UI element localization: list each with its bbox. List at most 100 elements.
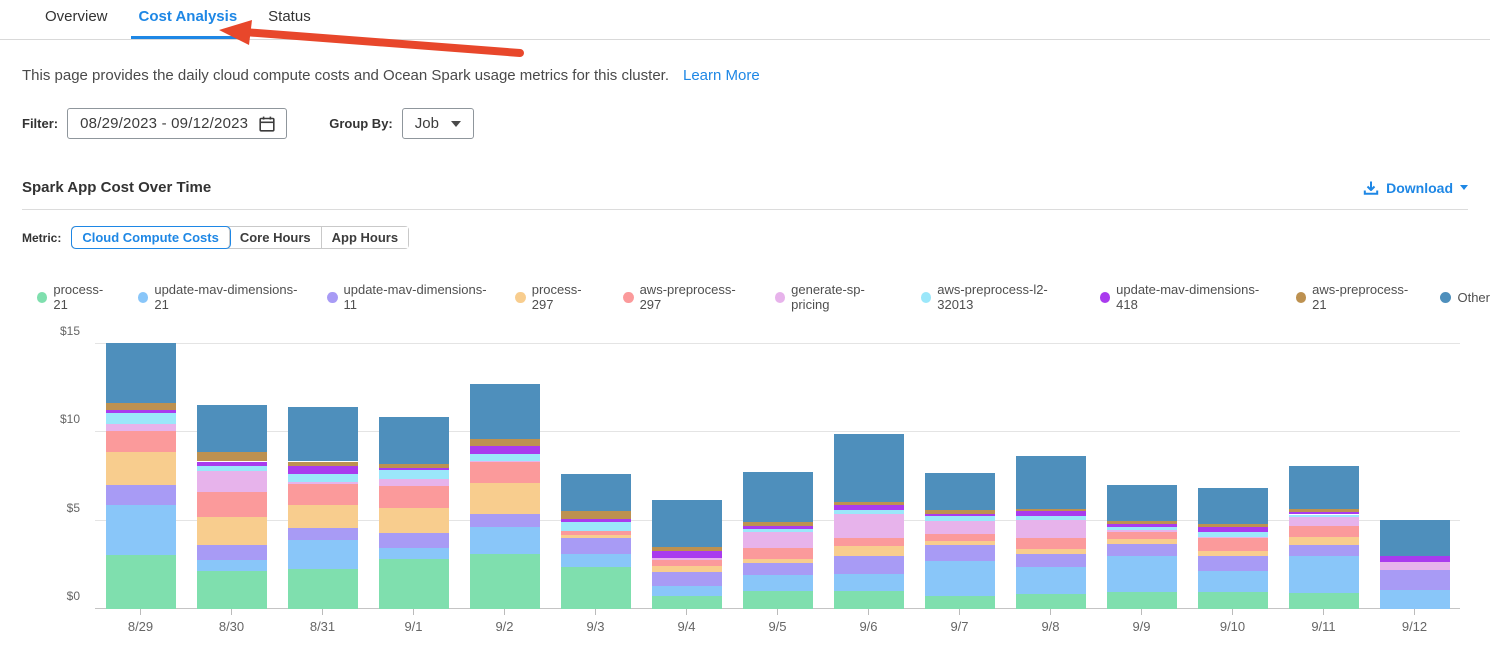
- bar-segment-update-mav-dimensions-11[interactable]: [1198, 556, 1268, 571]
- bar-segment-Other[interactable]: [379, 417, 449, 464]
- bar-segment-process-297[interactable]: [925, 541, 995, 545]
- bar-segment-aws-preprocess-297[interactable]: [925, 534, 995, 541]
- stacked-bar-9/3[interactable]: [561, 344, 631, 609]
- stacked-bar-9/4[interactable]: [652, 344, 722, 609]
- bar-segment-Other[interactable]: [1016, 456, 1086, 509]
- bar-segment-aws-preprocess-21[interactable]: [1289, 509, 1359, 512]
- bar-segment-update-mav-dimensions-418[interactable]: [1198, 527, 1268, 532]
- legend-item[interactable]: process-297: [515, 282, 599, 312]
- stacked-bar-9/10[interactable]: [1198, 344, 1268, 609]
- bar-segment-update-mav-dimensions-11[interactable]: [1016, 554, 1086, 567]
- calendar-icon[interactable]: [258, 115, 276, 133]
- bar-segment-process-21[interactable]: [106, 555, 176, 609]
- tab-cost-analysis[interactable]: Cost Analysis: [131, 0, 246, 39]
- bar-segment-Other[interactable]: [834, 434, 904, 502]
- bar-segment-aws-preprocess-l2-32013[interactable]: [288, 474, 358, 482]
- bar-segment-update-mav-dimensions-21[interactable]: [834, 574, 904, 592]
- bar-segment-Other[interactable]: [106, 343, 176, 403]
- bar-segment-update-mav-dimensions-11[interactable]: [106, 485, 176, 504]
- bar-segment-update-mav-dimensions-418[interactable]: [197, 462, 267, 466]
- metric-option-core-hours[interactable]: Core Hours: [230, 227, 322, 248]
- bar-segment-update-mav-dimensions-21[interactable]: [1198, 571, 1268, 592]
- bar-segment-update-mav-dimensions-11[interactable]: [743, 563, 813, 575]
- bar-segment-aws-preprocess-l2-32013[interactable]: [1016, 516, 1086, 520]
- bar-segment-update-mav-dimensions-11[interactable]: [652, 572, 722, 586]
- bar-segment-update-mav-dimensions-418[interactable]: [379, 468, 449, 471]
- stacked-bar-9/2[interactable]: [470, 344, 540, 609]
- bar-segment-aws-preprocess-297[interactable]: [743, 548, 813, 559]
- legend-item[interactable]: aws-preprocess-297: [623, 282, 751, 312]
- bar-segment-generate-sp-pricing[interactable]: [652, 558, 722, 561]
- legend-item[interactable]: Other: [1440, 290, 1490, 305]
- bar-segment-aws-preprocess-21[interactable]: [470, 439, 540, 447]
- bar-segment-aws-preprocess-297[interactable]: [834, 538, 904, 546]
- bar-segment-aws-preprocess-297[interactable]: [106, 431, 176, 451]
- bar-segment-aws-preprocess-21[interactable]: [925, 510, 995, 514]
- bar-segment-update-mav-dimensions-21[interactable]: [561, 554, 631, 566]
- stacked-bar-9/7[interactable]: [925, 344, 995, 609]
- bar-segment-process-297[interactable]: [379, 508, 449, 533]
- bar-segment-process-21[interactable]: [743, 591, 813, 609]
- bar-segment-update-mav-dimensions-418[interactable]: [1016, 511, 1086, 516]
- bar-segment-aws-preprocess-l2-32013[interactable]: [834, 510, 904, 514]
- bar-segment-aws-preprocess-21[interactable]: [288, 462, 358, 466]
- legend-item[interactable]: aws-preprocess-l2-32013: [921, 282, 1076, 312]
- bar-segment-aws-preprocess-297[interactable]: [197, 492, 267, 518]
- bar-segment-update-mav-dimensions-21[interactable]: [379, 548, 449, 559]
- bar-segment-generate-sp-pricing[interactable]: [1107, 530, 1177, 533]
- bar-segment-process-21[interactable]: [561, 567, 631, 609]
- metric-option-app-hours[interactable]: App Hours: [322, 227, 408, 248]
- bar-segment-process-21[interactable]: [1107, 592, 1177, 609]
- bar-segment-aws-preprocess-l2-32013[interactable]: [197, 466, 267, 471]
- tab-status[interactable]: Status: [260, 0, 319, 39]
- bar-segment-update-mav-dimensions-11[interactable]: [1289, 545, 1359, 556]
- bar-segment-update-mav-dimensions-11[interactable]: [1380, 570, 1450, 589]
- bar-segment-aws-preprocess-l2-32013[interactable]: [379, 470, 449, 479]
- legend-item[interactable]: generate-sp-pricing: [775, 282, 897, 312]
- bar-segment-Other[interactable]: [925, 473, 995, 510]
- bar-segment-process-21[interactable]: [652, 596, 722, 609]
- bar-segment-update-mav-dimensions-11[interactable]: [379, 533, 449, 548]
- bar-segment-generate-sp-pricing[interactable]: [106, 424, 176, 432]
- bar-segment-generate-sp-pricing[interactable]: [1380, 562, 1450, 570]
- bar-segment-process-21[interactable]: [379, 559, 449, 609]
- stacked-bar-8/29[interactable]: [106, 344, 176, 609]
- bar-segment-process-297[interactable]: [1016, 549, 1086, 554]
- bar-segment-generate-sp-pricing[interactable]: [743, 532, 813, 548]
- bar-segment-aws-preprocess-297[interactable]: [1016, 538, 1086, 549]
- bar-segment-aws-preprocess-21[interactable]: [1198, 524, 1268, 527]
- bar-segment-update-mav-dimensions-21[interactable]: [197, 560, 267, 571]
- date-range-input[interactable]: 08/29/2023 - 09/12/2023: [67, 108, 287, 139]
- stacked-bar-9/1[interactable]: [379, 344, 449, 609]
- bar-segment-aws-preprocess-l2-32013[interactable]: [1289, 515, 1359, 518]
- bar-segment-Other[interactable]: [1289, 466, 1359, 509]
- bar-segment-aws-preprocess-l2-32013[interactable]: [1198, 532, 1268, 536]
- bar-segment-aws-preprocess-297[interactable]: [561, 531, 631, 535]
- bar-segment-aws-preprocess-297[interactable]: [1107, 532, 1177, 539]
- bar-segment-aws-preprocess-l2-32013[interactable]: [470, 454, 540, 461]
- bar-segment-update-mav-dimensions-418[interactable]: [925, 514, 995, 516]
- bar-segment-generate-sp-pricing[interactable]: [197, 471, 267, 491]
- bar-segment-update-mav-dimensions-418[interactable]: [652, 551, 722, 558]
- bar-segment-aws-preprocess-21[interactable]: [561, 511, 631, 519]
- bar-segment-aws-preprocess-21[interactable]: [652, 547, 722, 551]
- stacked-bar-9/12[interactable]: [1380, 344, 1450, 609]
- bar-segment-process-21[interactable]: [470, 554, 540, 609]
- bar-segment-generate-sp-pricing[interactable]: [470, 461, 540, 463]
- bar-segment-process-297[interactable]: [106, 452, 176, 486]
- bar-segment-update-mav-dimensions-418[interactable]: [834, 505, 904, 510]
- bar-segment-update-mav-dimensions-11[interactable]: [834, 556, 904, 574]
- bar-segment-generate-sp-pricing[interactable]: [1289, 517, 1359, 526]
- bar-segment-update-mav-dimensions-11[interactable]: [470, 514, 540, 527]
- bar-segment-process-21[interactable]: [1198, 592, 1268, 609]
- bar-segment-aws-preprocess-21[interactable]: [197, 452, 267, 462]
- bar-segment-update-mav-dimensions-11[interactable]: [561, 538, 631, 554]
- bar-segment-Other[interactable]: [1198, 488, 1268, 524]
- download-button[interactable]: Download: [1363, 180, 1468, 196]
- bar-segment-process-297[interactable]: [1107, 539, 1177, 543]
- bar-segment-generate-sp-pricing[interactable]: [834, 514, 904, 539]
- tab-overview[interactable]: Overview: [37, 0, 116, 39]
- bar-segment-generate-sp-pricing[interactable]: [1016, 520, 1086, 539]
- bar-segment-process-21[interactable]: [925, 596, 995, 609]
- bar-segment-process-297[interactable]: [197, 517, 267, 544]
